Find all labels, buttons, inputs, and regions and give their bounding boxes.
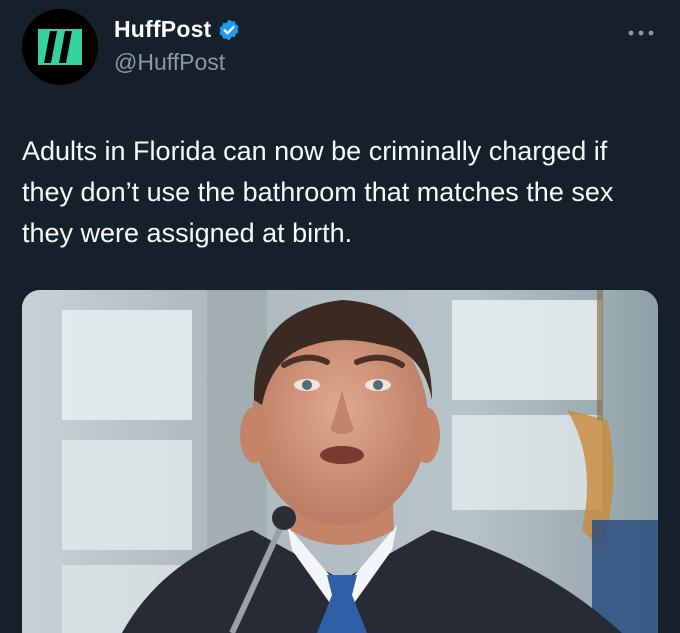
handle[interactable]: @HuffPost: [114, 49, 225, 76]
tweet-photo[interactable]: [22, 290, 658, 633]
display-name[interactable]: HuffPost: [114, 16, 241, 43]
display-name-text: HuffPost: [114, 16, 212, 42]
more-options-icon[interactable]: [626, 26, 656, 40]
avatar[interactable]: [22, 9, 98, 85]
tweet-text: Adults in Florida can now be criminally …: [22, 136, 614, 248]
verified-badge-icon: [217, 18, 241, 42]
huffpost-logo-icon: [22, 9, 98, 85]
tweet-card[interactable]: HuffPost @HuffPost Adults in Florida can…: [0, 0, 680, 633]
